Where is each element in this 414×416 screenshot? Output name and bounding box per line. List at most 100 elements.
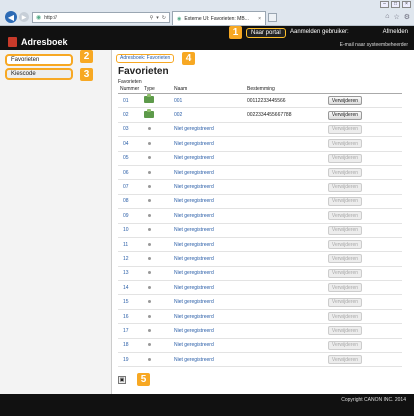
email-admin-link[interactable]: E-mail naar systeembeheerder [340, 42, 408, 48]
row-name-link[interactable]: Niet geregistreerd [172, 352, 245, 368]
row-number-link[interactable]: 17 [118, 323, 142, 339]
row-action: Verwijderen [326, 136, 402, 152]
browser-tab[interactable]: ◉ Externe UI: Favorieten: MB... × [172, 11, 266, 25]
row-name-link[interactable]: 001 [172, 93, 245, 109]
row-number-link[interactable]: 01 [118, 93, 142, 109]
row-number-link[interactable]: 02 [118, 107, 142, 123]
logout-link[interactable]: Afmelden [383, 29, 408, 35]
row-destination [245, 179, 326, 195]
table-row: 19 Niet geregistreerd Verwijderen [118, 352, 402, 368]
row-name-link[interactable]: Niet geregistreerd [172, 280, 245, 296]
table-row: 05 Niet geregistreerd Verwijderen [118, 151, 402, 166]
to-portal-button[interactable]: Naar portal [246, 28, 286, 38]
row-name-link[interactable]: Niet geregistreerd [172, 338, 245, 354]
empty-type-icon [148, 242, 151, 246]
home-icon[interactable]: ⌂ [385, 13, 389, 21]
row-destination [245, 136, 326, 152]
row-name-link[interactable]: Niet geregistreerd [172, 223, 245, 238]
row-number-link[interactable]: 19 [118, 352, 142, 368]
sidebar-item-favorieten[interactable]: Favorieten [5, 54, 73, 66]
table-row: 06 Niet geregistreerd Verwijderen [118, 165, 402, 181]
favorites-table: Nummer Type Naam Bestemming 01 001 0011223… [118, 85, 402, 368]
row-action: Verwijderen [326, 165, 402, 181]
app-header: Adresboek Naar portal Aanmelden gebruike… [0, 26, 414, 50]
delete-button[interactable]: Verwijderen [328, 110, 362, 120]
row-name-link[interactable]: Niet geregistreerd [172, 179, 245, 195]
forward-arrow-icon[interactable]: ▶ [19, 12, 29, 22]
row-number-link[interactable]: 12 [118, 251, 142, 267]
tab-close-icon[interactable]: × [258, 16, 261, 22]
row-destination [245, 165, 326, 181]
row-name-link[interactable]: Niet geregistreerd [172, 194, 245, 210]
delete-button[interactable]: Verwijderen [328, 96, 362, 106]
search-icon[interactable]: ⚲ [150, 15, 154, 21]
delete-button: Verwijderen [328, 124, 362, 134]
row-name-link[interactable]: Niet geregistreerd [172, 294, 245, 310]
row-destination [245, 352, 326, 368]
close-window-icon[interactable]: × [402, 1, 411, 8]
row-name-link[interactable]: 002 [172, 107, 245, 123]
row-name-link[interactable]: Niet geregistreerd [172, 122, 245, 138]
sidebar: Favorieten Kiescode [0, 50, 112, 394]
row-action: Verwijderen [326, 266, 402, 282]
empty-type-icon [148, 213, 151, 217]
empty-type-icon [148, 156, 151, 160]
settings-gear-icon[interactable]: ⚙ [404, 13, 410, 21]
row-name-link[interactable]: Niet geregistreerd [172, 151, 245, 166]
row-name-link[interactable]: Niet geregistreerd [172, 165, 245, 181]
row-number-link[interactable]: 06 [118, 165, 142, 181]
row-type [142, 251, 172, 267]
row-name-link[interactable]: Niet geregistreerd [172, 323, 245, 339]
maximize-icon[interactable]: □ [391, 1, 400, 8]
row-destination [245, 237, 326, 253]
row-destination: 00112233445566 [245, 93, 326, 109]
browser-tools: ⌂ ☆ ⚙ [385, 13, 410, 21]
delete-button: Verwijderen [328, 240, 362, 250]
login-user-label: Aanmelden gebruiker: [290, 29, 349, 35]
row-number-link[interactable]: 14 [118, 280, 142, 296]
row-number-link[interactable]: 16 [118, 309, 142, 325]
row-action: Verwijderen [326, 93, 402, 109]
row-name-link[interactable]: Niet geregistreerd [172, 208, 245, 224]
row-number-link[interactable]: 11 [118, 237, 142, 253]
row-name-link[interactable]: Niet geregistreerd [172, 266, 245, 282]
callout-number: 3 [80, 68, 93, 81]
row-destination [245, 338, 326, 354]
row-name-link[interactable]: Niet geregistreerd [172, 136, 245, 152]
row-type [142, 93, 172, 109]
row-name-link[interactable]: Niet geregistreerd [172, 309, 245, 325]
refresh-icon[interactable]: ↻ [162, 15, 166, 21]
row-name-link[interactable]: Niet geregistreerd [172, 237, 245, 253]
row-number-link[interactable]: 10 [118, 223, 142, 238]
row-number-link[interactable]: 13 [118, 266, 142, 282]
row-number-link[interactable]: 09 [118, 208, 142, 224]
footer: Copyright CANON INC. 2014 [0, 394, 414, 416]
address-book-icon [8, 37, 17, 47]
row-destination [245, 309, 326, 325]
row-number-link[interactable]: 04 [118, 136, 142, 152]
sidebar-item-kiescode[interactable]: Kiescode [5, 68, 73, 80]
breadcrumb[interactable]: Adresboek: Favorieten [116, 54, 175, 63]
address-bar[interactable]: ◉ http:// ⚲ ▾ ↻ [32, 12, 170, 23]
col-nummer: Nummer [118, 85, 142, 94]
empty-type-icon [148, 170, 151, 174]
scroll-top-icon[interactable]: ▣ [118, 376, 126, 384]
table-row: 02 002 0022334455667788 Verwijderen [118, 107, 402, 123]
minimize-icon[interactable]: – [380, 1, 389, 8]
delete-button: Verwijderen [328, 312, 362, 322]
row-number-link[interactable]: 05 [118, 151, 142, 166]
row-type [142, 280, 172, 296]
row-destination [245, 194, 326, 210]
new-tab-button[interactable] [268, 13, 277, 22]
row-number-link[interactable]: 08 [118, 194, 142, 210]
back-arrow-icon[interactable]: ◀ [5, 11, 17, 23]
row-number-link[interactable]: 03 [118, 122, 142, 138]
row-number-link[interactable]: 07 [118, 179, 142, 195]
empty-type-icon [148, 285, 151, 289]
row-number-link[interactable]: 18 [118, 338, 142, 354]
row-name-link[interactable]: Niet geregistreerd [172, 251, 245, 267]
table-row: 09 Niet geregistreerd Verwijderen [118, 208, 402, 224]
row-number-link[interactable]: 15 [118, 294, 142, 310]
favorites-star-icon[interactable]: ☆ [393, 13, 399, 21]
dropdown-icon[interactable]: ▾ [156, 15, 159, 21]
